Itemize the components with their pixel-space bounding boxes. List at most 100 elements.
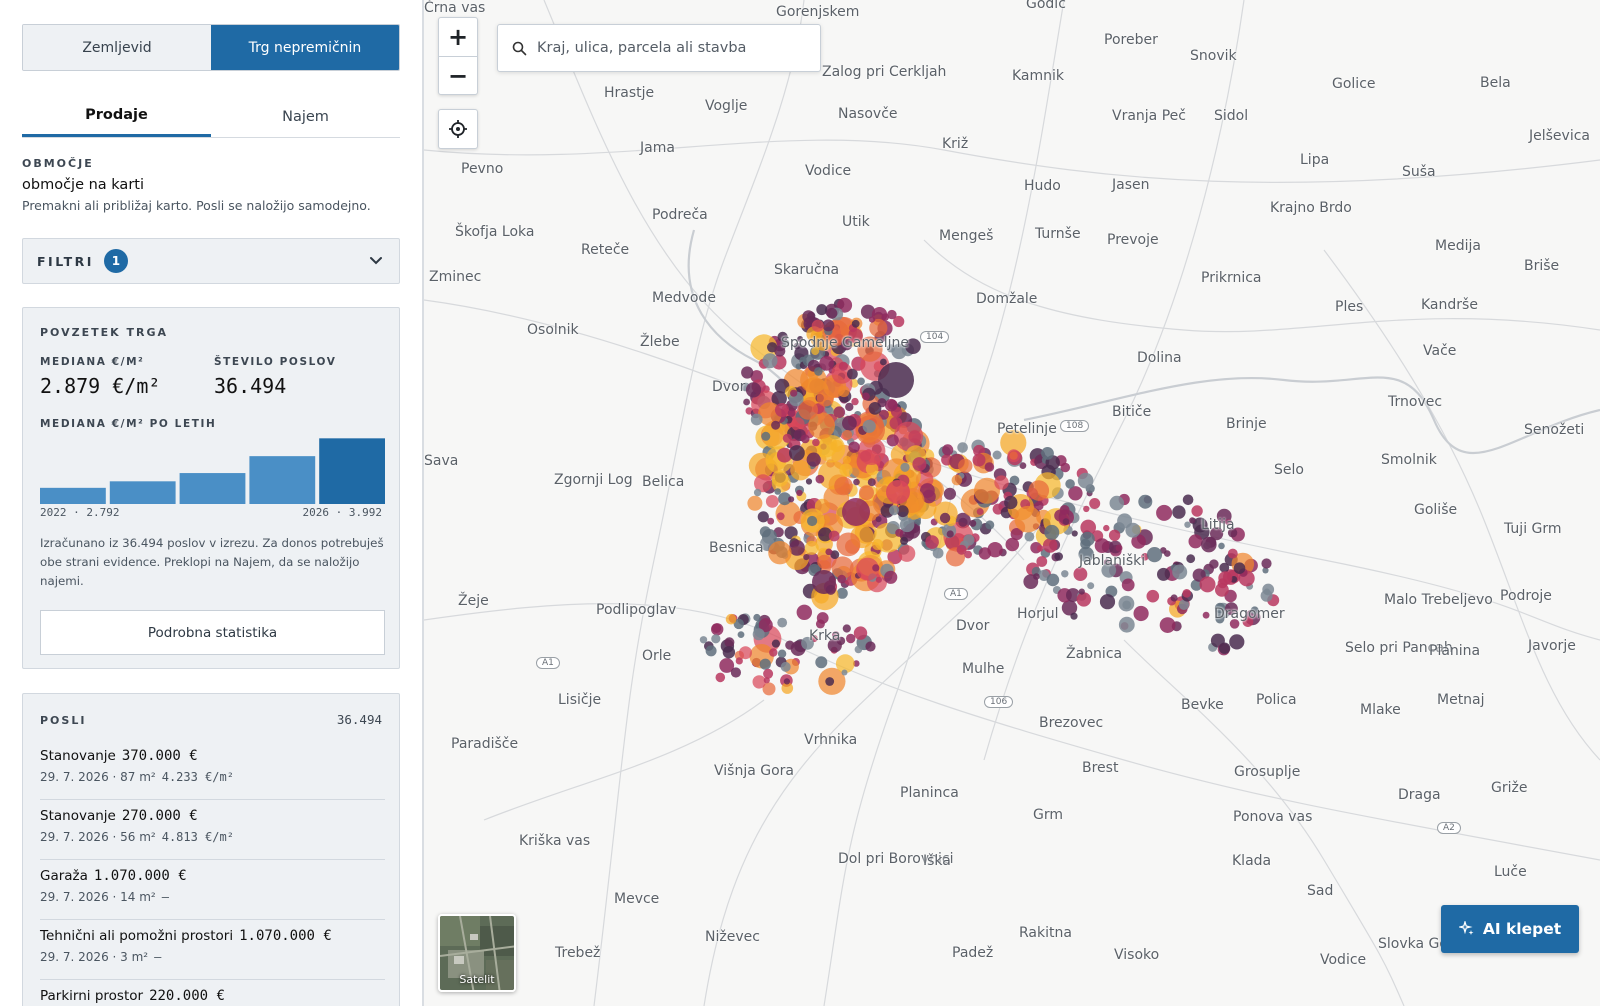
deal-marker[interactable]: [752, 675, 766, 689]
deal-marker[interactable]: [762, 353, 778, 369]
deal-marker[interactable]: [1227, 548, 1238, 559]
deal-marker[interactable]: [837, 574, 846, 584]
deal-marker[interactable]: [1099, 594, 1116, 610]
deal-marker[interactable]: [1062, 518, 1070, 525]
deal-marker[interactable]: [842, 429, 853, 441]
deal-marker[interactable]: [862, 392, 870, 401]
tab-sales[interactable]: Prodaje: [22, 96, 211, 137]
deal-marker[interactable]: [765, 495, 779, 508]
deal-marker[interactable]: [722, 646, 736, 659]
mode-market-button[interactable]: Trg nepremičnin: [211, 25, 399, 70]
deal-marker[interactable]: [868, 402, 882, 415]
deal-marker[interactable]: [900, 462, 910, 472]
deal-marker[interactable]: [768, 541, 792, 565]
deal-marker[interactable]: [942, 444, 954, 456]
zoom-in-button[interactable]: +: [439, 18, 477, 56]
deal-marker[interactable]: [1089, 498, 1101, 509]
deal-marker[interactable]: [790, 389, 798, 397]
deal-marker[interactable]: [1073, 567, 1088, 581]
deal-marker[interactable]: [771, 420, 781, 430]
deal-marker[interactable]: [1201, 536, 1217, 553]
deal-marker[interactable]: [1172, 505, 1186, 519]
zoom-out-button[interactable]: −: [439, 56, 477, 94]
deal-marker[interactable]: [925, 535, 939, 549]
deal-marker[interactable]: [769, 648, 778, 657]
map-view[interactable]: Gorenjskem Godič Poreber Snovik Golice Bela Je…: [424, 0, 1600, 1006]
deal-marker[interactable]: [711, 623, 724, 636]
deal-marker[interactable]: [859, 485, 874, 501]
deal-marker[interactable]: [796, 489, 803, 497]
deal-marker[interactable]: [815, 656, 828, 669]
deal-marker[interactable]: [1033, 573, 1040, 580]
deal-marker[interactable]: [1028, 480, 1050, 501]
deal-marker[interactable]: [1118, 595, 1135, 612]
deal-marker[interactable]: [841, 669, 848, 676]
deal-marker[interactable]: [1014, 505, 1042, 533]
deal-marker[interactable]: [828, 530, 840, 542]
deal-marker[interactable]: [1121, 578, 1135, 592]
deal-marker[interactable]: [842, 415, 857, 431]
deal-marker[interactable]: [1109, 495, 1125, 511]
deal-marker[interactable]: [1172, 564, 1188, 580]
deal-marker[interactable]: [1186, 554, 1196, 564]
detailed-stats-button[interactable]: Podrobna statistika: [40, 610, 385, 655]
deal-marker[interactable]: [774, 488, 781, 495]
deal-marker[interactable]: [848, 441, 860, 453]
deal-marker[interactable]: [798, 400, 818, 420]
deal-marker[interactable]: [817, 435, 846, 463]
deal-marker[interactable]: [845, 402, 854, 412]
deal-marker[interactable]: [783, 678, 790, 685]
deal-marker[interactable]: [1164, 550, 1171, 557]
deal-marker[interactable]: [1060, 462, 1071, 473]
deal-marker[interactable]: [1182, 589, 1191, 598]
deal-marker[interactable]: [1146, 547, 1163, 563]
deal-marker[interactable]: [878, 362, 914, 398]
deal-marker[interactable]: [834, 476, 853, 496]
deal-marker[interactable]: [814, 367, 823, 376]
deal-marker[interactable]: [763, 668, 774, 679]
deal-marker[interactable]: [1218, 571, 1233, 586]
deal-marker[interactable]: [976, 508, 984, 515]
deal-marker[interactable]: [898, 545, 916, 562]
satellite-toggle[interactable]: Satelit: [438, 914, 516, 992]
deal-marker[interactable]: [1118, 616, 1135, 633]
deal-row[interactable]: Garaža 1.070.000 € 29. 7. 2026 · 14 m² —: [40, 860, 385, 920]
deal-marker[interactable]: [1156, 504, 1173, 521]
deal-marker[interactable]: [785, 640, 795, 650]
deal-marker[interactable]: [1108, 529, 1121, 541]
deal-marker[interactable]: [705, 645, 717, 657]
deal-marker[interactable]: [886, 480, 910, 504]
deal-marker[interactable]: [807, 515, 818, 527]
deal-marker[interactable]: [735, 657, 743, 665]
deal-marker[interactable]: [1260, 589, 1273, 602]
deal-marker[interactable]: [951, 474, 963, 486]
deal-row[interactable]: Stanovanje 270.000 € 29. 7. 2026 · 56 m² 4.…: [40, 800, 385, 860]
deal-marker[interactable]: [1182, 494, 1194, 506]
deal-marker[interactable]: [811, 319, 824, 332]
deal-marker[interactable]: [789, 445, 805, 461]
deal-marker[interactable]: [812, 438, 820, 447]
deal-marker[interactable]: [816, 304, 828, 316]
deal-marker[interactable]: [826, 307, 838, 319]
deal-marker[interactable]: [771, 639, 780, 648]
deal-marker[interactable]: [725, 613, 737, 625]
deal-marker[interactable]: [1209, 559, 1219, 569]
deal-marker[interactable]: [1199, 576, 1216, 593]
deal-marker[interactable]: [711, 634, 721, 644]
deal-marker[interactable]: [1061, 570, 1069, 578]
deal-marker[interactable]: [791, 417, 805, 431]
map-search-input[interactable]: [537, 40, 807, 56]
deal-marker[interactable]: [730, 667, 741, 678]
deal-marker[interactable]: [1054, 552, 1063, 561]
deal-marker[interactable]: [1083, 505, 1090, 513]
deal-marker[interactable]: [1157, 567, 1170, 581]
deal-marker[interactable]: [777, 617, 788, 628]
deal-marker[interactable]: [875, 576, 882, 583]
deal-marker[interactable]: [1202, 611, 1210, 619]
deal-marker[interactable]: [836, 532, 861, 557]
deal-marker[interactable]: [1188, 534, 1203, 549]
deal-marker[interactable]: [800, 434, 810, 444]
deal-marker[interactable]: [1036, 545, 1044, 552]
deal-marker[interactable]: [1117, 513, 1133, 529]
deal-marker[interactable]: [825, 548, 833, 556]
